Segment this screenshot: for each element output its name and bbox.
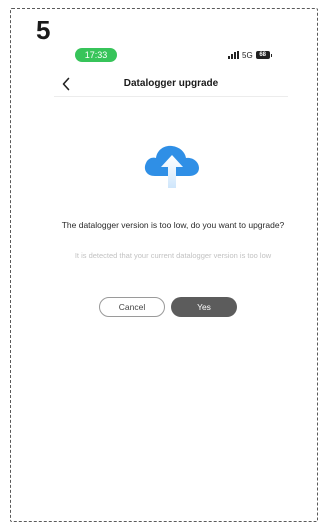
signal-icon: [228, 51, 239, 59]
status-time: 17:33: [75, 48, 117, 62]
dialog-message: The datalogger version is too low, do yo…: [61, 220, 285, 230]
step-number: 5: [36, 15, 51, 45]
battery-level: 68: [255, 51, 270, 59]
yes-button[interactable]: Yes: [171, 297, 237, 317]
cancel-button[interactable]: Cancel: [99, 297, 165, 317]
chevron-left-icon: [62, 77, 70, 91]
status-indicators: 5G 68: [228, 49, 273, 61]
network-label: 5G: [242, 50, 253, 60]
dialog-submessage: It is detected that your current datalog…: [74, 251, 272, 260]
header-divider: [54, 96, 288, 97]
cloud-upload-icon: [144, 145, 199, 188]
page-title: Datalogger upgrade: [123, 78, 219, 89]
back-button[interactable]: [56, 74, 76, 94]
battery-icon: 68: [255, 51, 273, 59]
